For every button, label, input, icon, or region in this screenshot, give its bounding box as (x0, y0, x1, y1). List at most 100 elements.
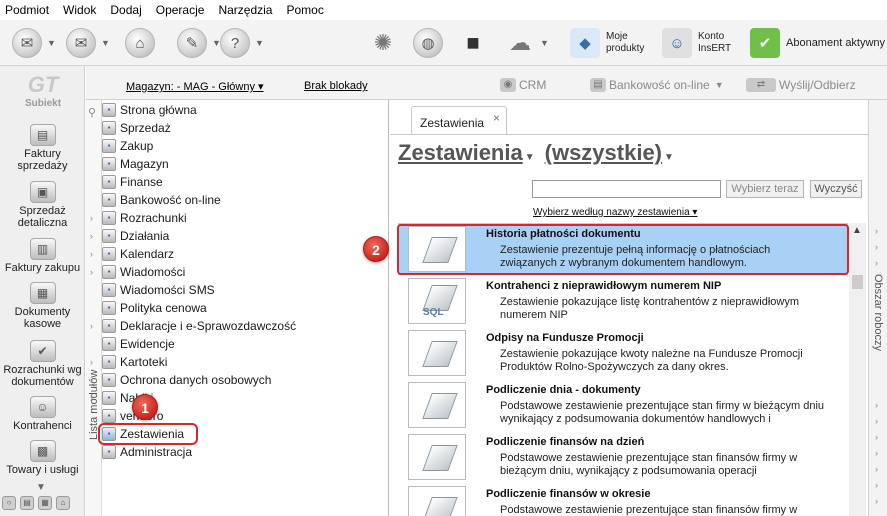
chevron-down-icon[interactable]: ▼ (525, 152, 535, 163)
insert-account-button[interactable]: ☺ Konto InsERT (662, 26, 736, 60)
chevron-right-icon[interactable]: › (875, 226, 878, 236)
module-item-magazyn[interactable]: ▪ Magazyn (90, 155, 169, 173)
clear-button[interactable]: Wyczyść (810, 180, 862, 198)
chevron-right-icon[interactable]: › (90, 321, 100, 331)
chevron-right-icon[interactable]: › (90, 393, 100, 403)
chevron-right-icon[interactable]: › (875, 416, 878, 426)
chevron-right-icon[interactable]: › (875, 400, 878, 410)
chevron-down-icon[interactable]: ▼ (47, 38, 56, 48)
nav-sprzedaz-detaliczna[interactable]: ▣ Sprzedaż detaliczna (0, 181, 85, 229)
workspace-panel-strip[interactable]: › › › Obszar roboczy › › › › › › › (868, 100, 887, 516)
scrollbar-thumb[interactable] (852, 275, 863, 289)
report-row-nip[interactable]: SQL Kontrahenci z nieprawidłowym numerem… (398, 275, 848, 327)
chevron-down-icon[interactable]: ▼ (36, 482, 46, 493)
module-item-rozrachunki[interactable]: › ▪ Rozrachunki (90, 209, 187, 227)
nav-label: Rozrachunki wg dokumentów (3, 364, 82, 388)
send-icon[interactable]: ✉ (12, 28, 42, 58)
close-icon[interactable]: × (493, 111, 500, 125)
nav-kontrahenci[interactable]: ☺ Kontrahenci (0, 396, 85, 432)
report-title: Odpisy na Fundusze Promocji (486, 332, 644, 344)
chevron-right-icon[interactable]: › (875, 448, 878, 458)
chevron-right-icon[interactable]: › (90, 357, 100, 367)
nav-towary-uslugi[interactable]: ▩ Towary i usługi (0, 440, 85, 476)
module-item-bankowosc[interactable]: ▪ Bankowość on-line (90, 191, 221, 209)
chevron-down-icon[interactable]: ▼ (540, 38, 549, 48)
subscription-button[interactable]: ✔ Abonament aktywny (750, 26, 885, 60)
receive-icon[interactable]: ✉ (66, 28, 96, 58)
menu-pomoc[interactable]: Pomoc (286, 3, 323, 17)
filter-selector[interactable]: (wszystkie) (545, 140, 662, 166)
choose-now-button[interactable]: Wybierz teraz (726, 180, 804, 198)
circle-icon[interactable]: ○ (2, 496, 16, 510)
chevron-right-icon[interactable]: › (90, 375, 100, 385)
module-item-kalendarz[interactable]: › ▪ Kalendarz (90, 245, 174, 263)
module-item-ewidencje[interactable]: ▪ Ewidencje (90, 335, 175, 353)
chevron-right-icon[interactable]: › (90, 231, 100, 241)
module-item-zakup[interactable]: ▪ Zakup (90, 137, 153, 155)
cash-small-icon[interactable]: ▦ (38, 496, 52, 510)
report-row-podliczenie-dnia[interactable]: Podliczenie dnia - dokumenty Podstawowe … (398, 379, 848, 431)
menu-widok[interactable]: Widok (63, 3, 96, 17)
my-products-button[interactable]: ◆ Moje produkty (570, 26, 648, 60)
page-title[interactable]: Zestawienia (398, 140, 523, 166)
chevron-right-icon[interactable]: › (90, 267, 100, 277)
globe-icon[interactable]: ◍ (413, 28, 443, 58)
menu-dodaj[interactable]: Dodaj (110, 3, 141, 17)
module-item-ochrona-danych[interactable]: › ▪ Ochrona danych osobowych (90, 371, 271, 389)
crm-icon: ◉ (500, 78, 516, 92)
stamp-icon[interactable]: ⌂ (125, 28, 155, 58)
chevron-up-icon[interactable]: ▲ (852, 225, 862, 236)
nav-dokumenty-kasowe[interactable]: ▦ Dokumenty kasowe (0, 282, 85, 330)
report-list-scrollbar[interactable]: ▲ (849, 223, 866, 516)
loading-icon[interactable]: ✺ (368, 28, 398, 58)
report-row-odpisy[interactable]: Odpisy na Fundusze Promocji Zestawienie … (398, 327, 848, 379)
send-receive-button[interactable]: ⇄ Wyślij/Odbierz (746, 78, 856, 92)
module-item-deklaracje[interactable]: › ▪ Deklaracje i e-Sprawozdawczość (90, 317, 296, 335)
invoice-small-icon[interactable]: ▤ (20, 496, 34, 510)
settlement-icon: ✔ (29, 340, 56, 362)
tools-icon[interactable]: ✎ (177, 28, 207, 58)
nav-faktury-zakupu[interactable]: ▥ Faktury zakupu (0, 238, 85, 274)
help-icon[interactable]: ? (220, 28, 250, 58)
menu-narzedzia[interactable]: Narzędzia (218, 3, 272, 17)
module-label: Działania (120, 229, 170, 243)
chevron-right-icon[interactable]: › (875, 432, 878, 442)
warehouse-selector[interactable]: Magazyn: - MAG - Główny ▾ (126, 80, 264, 93)
module-item-dzialania[interactable]: › ▪ Działania (90, 227, 169, 245)
chevron-right-icon[interactable]: › (90, 213, 100, 223)
report-row-finanse-okres[interactable]: Podliczenie finansów w okresie Podstawow… (398, 483, 848, 516)
box-icon[interactable]: ■ (458, 28, 488, 58)
chevron-down-icon[interactable]: ▼ (664, 152, 674, 163)
nav-faktury-sprzedazy[interactable]: ▤ Faktury sprzedaży (0, 124, 85, 172)
choose-by-name-selector[interactable]: Wybierz według nazwy zestawienia ▾ (533, 207, 697, 218)
nav-label: Dokumenty kasowe (14, 306, 71, 330)
module-item-sprzedaz[interactable]: ▪ Sprzedaż (90, 119, 171, 137)
chevron-down-icon[interactable]: ▼ (255, 38, 264, 48)
crm-button[interactable]: ◉ CRM (500, 78, 546, 92)
chevron-right-icon[interactable]: › (875, 258, 878, 268)
menu-podmiot[interactable]: Podmiot (5, 3, 49, 17)
menu-operacje[interactable]: Operacje (156, 3, 205, 17)
module-item-wiadomosci-sms[interactable]: ▪ Wiadomości SMS (90, 281, 215, 299)
chevron-right-icon[interactable]: › (90, 249, 100, 259)
chevron-right-icon[interactable]: › (875, 464, 878, 474)
search-input[interactable] (532, 180, 721, 198)
module-item-wiadomosci[interactable]: › ▪ Wiadomości (90, 263, 185, 281)
lock-status-link[interactable]: Brak blokady (304, 80, 368, 92)
chevron-right-icon[interactable]: › (875, 496, 878, 506)
module-item-polityka-cenowa[interactable]: ▪ Polityka cenowa (90, 299, 207, 317)
chevron-right-icon[interactable]: › (875, 480, 878, 490)
module-item-finanse[interactable]: ▪ Finanse (90, 173, 163, 191)
chevron-right-icon[interactable]: › (875, 242, 878, 252)
module-item-kartoteki[interactable]: › ▪ Kartoteki (90, 353, 167, 371)
banking-button[interactable]: ▤ Bankowość on-line ▼ (590, 78, 724, 92)
cloud-icon[interactable]: ☁ (505, 28, 535, 58)
tab-zestawienia[interactable]: Zestawienia × (411, 106, 507, 135)
module-item-administracja[interactable]: ▪ Administracja (90, 443, 192, 461)
module-item-strona-glowna[interactable]: ▪ Strona główna (90, 101, 197, 119)
nav-rozrachunki[interactable]: ✔ Rozrachunki wg dokumentów (0, 340, 85, 388)
chevron-down-icon[interactable]: ▼ (101, 38, 110, 48)
report-row-finanse-dzien[interactable]: Podliczenie finansów na dzień Podstawowe… (398, 431, 848, 483)
send-receive-icon: ⇄ (746, 78, 776, 92)
stamp-small-icon[interactable]: ⌂ (56, 496, 70, 510)
